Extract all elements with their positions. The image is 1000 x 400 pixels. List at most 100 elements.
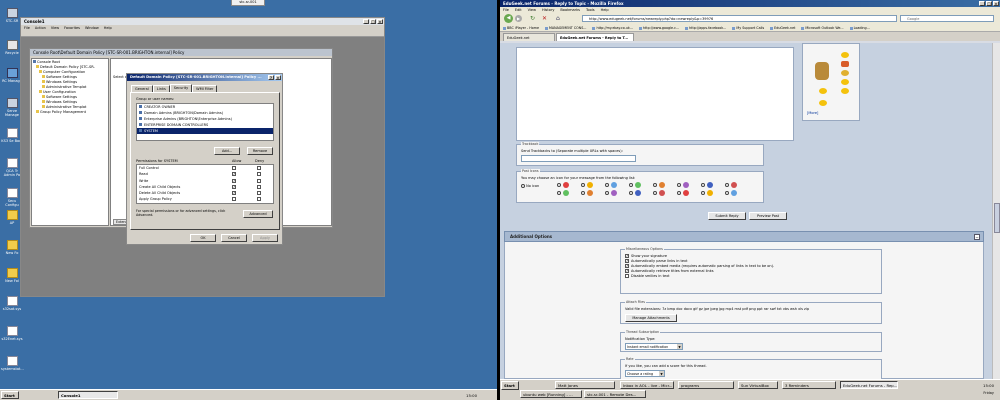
post-icon-option[interactable] — [629, 182, 651, 189]
post-icon-option[interactable] — [677, 190, 699, 197]
bookmark-item[interactable]: Loading... — [849, 24, 870, 31]
post-icon-option[interactable] — [725, 190, 747, 197]
misc-option[interactable]: Disable smilies in text — [625, 274, 774, 279]
reload-icon[interactable]: ↻ — [530, 15, 535, 22]
inner-policy-titlebar[interactable]: Console Root\Default Domain Policy [STC-… — [30, 49, 332, 56]
collapse-icon[interactable]: − — [974, 234, 980, 240]
minimize-icon[interactable]: _ — [363, 19, 369, 24]
allow-checkbox[interactable]: ✓ — [232, 184, 236, 189]
allow-checkbox[interactable]: ✓ — [232, 172, 236, 177]
tab-general[interactable]: General — [131, 85, 153, 92]
ff-minimize-icon[interactable]: _ — [979, 1, 985, 6]
close-icon[interactable]: × — [377, 19, 383, 24]
smiley-face-icon[interactable] — [819, 100, 827, 106]
tab-edugeek[interactable]: EduGeek.net — [503, 33, 555, 41]
rdp-connection-bar[interactable]: stc-sr-001 — [231, 0, 265, 6]
smiley-yellow-icon[interactable] — [819, 88, 827, 94]
back-icon[interactable]: ◀ — [504, 14, 513, 23]
deny-checkbox[interactable] — [257, 166, 261, 170]
dialog-close-icon[interactable]: × — [275, 75, 281, 80]
console-titlebar[interactable]: Console1 _ □ × — [21, 18, 384, 25]
firefox-titlebar[interactable]: EduGeek.net Forums - Reply to Topic - Mo… — [500, 0, 1000, 7]
option-checkbox[interactable]: ✓ — [625, 259, 629, 263]
post-icon-option[interactable] — [557, 190, 579, 197]
tab-reply-to-topic[interactable]: EduGeek.net Forums - Reply to T... — [556, 33, 634, 41]
remove-button[interactable]: Remove — [247, 147, 273, 155]
user-list-item[interactable]: SYSTEM — [137, 128, 273, 134]
deny-checkbox[interactable] — [257, 191, 261, 196]
trackback-input[interactable] — [521, 155, 636, 162]
post-icon-option[interactable] — [581, 190, 603, 197]
bookmark-item[interactable]: My Support Calls — [732, 24, 764, 31]
option-checkbox[interactable]: ✓ — [625, 264, 629, 268]
allow-checkbox[interactable]: ✓ — [232, 191, 236, 196]
post-icon-option[interactable] — [605, 182, 627, 189]
option-checkbox[interactable]: ✓ — [625, 254, 629, 258]
post-icon-option[interactable] — [557, 182, 579, 189]
console-menu-item[interactable]: Window — [85, 25, 99, 31]
post-icon-option[interactable] — [701, 190, 723, 197]
post-icon-option[interactable] — [605, 190, 627, 197]
console-tree[interactable]: Console Root Default Domain Policy [STC-S… — [31, 58, 109, 226]
right-start-button[interactable]: Start — [501, 381, 519, 390]
search-input[interactable]: Google — [900, 15, 994, 22]
deny-checkbox[interactable] — [257, 197, 261, 202]
manage-attachments-button[interactable]: Manage Attachments — [625, 314, 677, 322]
allow-checkbox[interactable] — [232, 166, 236, 170]
taskbar-button[interactable]: 3 Reminders — [782, 381, 836, 389]
add-button[interactable]: Add... — [214, 147, 240, 155]
deny-checkbox[interactable] — [257, 178, 261, 183]
tab-wmi-filter[interactable]: WMI Filter — [192, 85, 218, 92]
option-checkbox[interactable] — [625, 274, 629, 278]
bookmark-item[interactable]: MANAGEMENT CONS... — [545, 24, 586, 31]
notification-select[interactable]: Instant email notification ▼ — [625, 343, 683, 350]
allow-checkbox[interactable] — [232, 197, 236, 202]
smilies-more-link[interactable]: [More] — [807, 111, 818, 115]
tab-security[interactable]: Security — [169, 84, 193, 92]
taskbar-console1[interactable]: Console1 — [58, 391, 118, 399]
bookmark-item[interactable]: BBC iPlayer - Home — [503, 24, 539, 31]
start-button[interactable]: Start — [1, 391, 19, 399]
home-icon[interactable]: ⌂ — [556, 15, 560, 22]
desktop-icon[interactable]: s32Enet.sys — [1, 326, 23, 341]
maximize-icon[interactable]: □ — [370, 19, 376, 24]
dialog-titlebar[interactable]: Default Domain Policy [STC-SR-001.BRIGHT… — [127, 74, 282, 81]
bookmark-item[interactable]: EduGeek.net — [770, 24, 795, 31]
bookmark-item[interactable]: http://my.ebay.co.uk... — [592, 24, 633, 31]
ff-close-icon[interactable]: × — [993, 1, 999, 6]
policy-properties-dialog[interactable]: Default Domain Policy [STC-SR-001.BRIGHT… — [126, 73, 283, 245]
console-menu-item[interactable]: View — [51, 25, 59, 31]
option-checkbox[interactable]: ✓ — [625, 269, 629, 273]
tab-links[interactable]: Links — [152, 85, 170, 92]
taskbar-button[interactable]: ubuntu web [Running] - ... — [520, 390, 582, 398]
console-menu-item[interactable]: Favorites — [64, 25, 80, 31]
url-bar[interactable]: http://www.edugeek.net/forums/newreply.p… — [582, 15, 897, 22]
tree-node[interactable]: Group Policy Management — [33, 110, 107, 115]
console-menu-item[interactable]: Help — [104, 25, 112, 31]
additional-options-header[interactable]: Additional Options − — [504, 231, 984, 242]
ff-maximize-icon[interactable]: □ — [986, 1, 992, 6]
taskbar-button[interactable]: EduGeek.net Forums - Rep... — [840, 381, 898, 389]
no-icon-option[interactable]: No icon — [521, 184, 539, 188]
taskbar-button[interactable]: Sun VirtualBox — [738, 381, 778, 389]
bookmark-item[interactable]: http://apps.facebook... — [685, 24, 726, 31]
forward-icon[interactable]: ▶ — [515, 15, 522, 22]
advanced-button[interactable]: Advanced — [243, 210, 273, 218]
desktop-icon[interactable]: systemstat... — [1, 356, 24, 371]
preview-post-button[interactable]: Preview Post — [749, 212, 787, 220]
post-icon-option[interactable] — [653, 182, 675, 189]
desktop-icon[interactable]: s32sat.sys — [1, 296, 23, 311]
submit-reply-button[interactable]: Submit Reply — [708, 212, 746, 220]
deny-checkbox[interactable] — [257, 184, 261, 189]
cancel-button[interactable]: Cancel — [221, 234, 247, 242]
stop-icon[interactable]: ✕ — [542, 15, 547, 22]
console-menu-item[interactable]: File — [24, 25, 30, 31]
bookmark-item[interactable]: http://www.google.c... — [638, 24, 679, 31]
help-icon[interactable]: ? — [268, 75, 274, 80]
ok-button[interactable]: OK — [190, 234, 216, 242]
bookmark-item[interactable]: Microsoft Outlook We... — [801, 24, 844, 31]
post-icon-option[interactable] — [629, 190, 651, 197]
post-icon-option[interactable] — [653, 190, 675, 197]
scrollbar-thumb[interactable] — [994, 203, 1000, 233]
smiley-row-icons[interactable] — [841, 52, 851, 102]
